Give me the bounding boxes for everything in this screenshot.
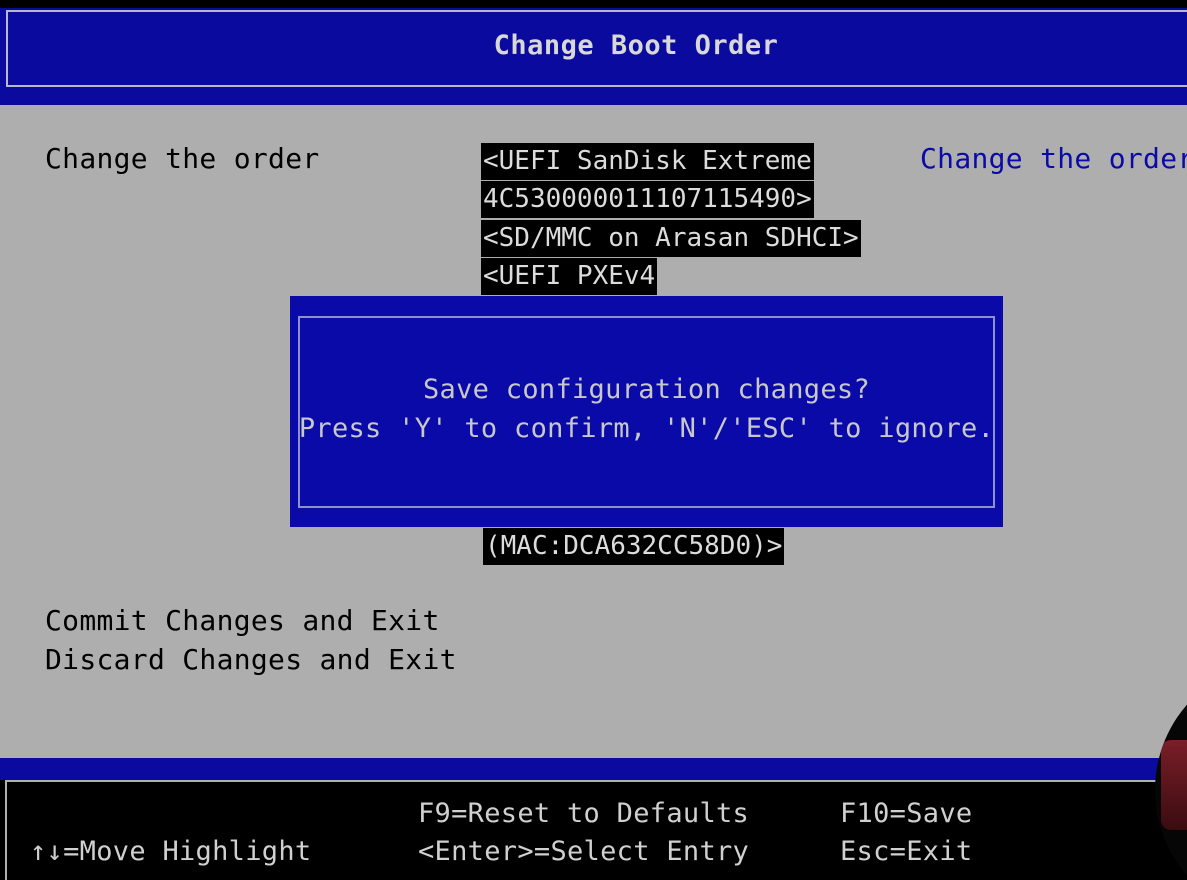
move-highlight-hint: ↑↓=Move Highlight [30, 836, 312, 867]
discard-changes-exit[interactable]: Discard Changes and Exit [45, 643, 457, 676]
help-text: Change the order [920, 142, 1187, 175]
overlay-strip [0, 0, 1187, 8]
exit-hint: Esc=Exit [840, 836, 973, 867]
webcam-image [1161, 740, 1187, 830]
key-help-bar: F9=Reset to Defaults F10=Save ↑↓=Move Hi… [0, 780, 1187, 880]
boot-order-item[interactable]: <UEFI PXEv4 [481, 258, 658, 295]
select-entry-hint: <Enter>=Select Entry [418, 836, 750, 867]
dialog-message: Save configuration changes? [423, 374, 870, 405]
title-bar: Change Boot Order [0, 8, 1187, 105]
bios-screen: Change Boot Order Change the order <UEFI… [0, 0, 1187, 880]
reset-defaults-hint: F9=Reset to Defaults [418, 798, 750, 829]
boot-order-item[interactable]: 4C530000011107115490> [481, 181, 814, 218]
boot-order-item[interactable]: (MAC:DCA632CC58D0)> [483, 528, 785, 565]
boot-order-item[interactable]: <UEFI SanDisk Extreme [481, 143, 814, 180]
change-order-label: Change the order [45, 142, 320, 175]
boot-order-item[interactable]: <SD/MMC on Arasan SDHCI> [481, 220, 861, 257]
commit-changes-exit[interactable]: Commit Changes and Exit [45, 604, 440, 637]
page-title: Change Boot Order [493, 30, 779, 61]
save-hint: F10=Save [840, 798, 973, 829]
dialog-instructions: Press 'Y' to confirm, 'N'/'ESC' to ignor… [298, 413, 995, 444]
save-confirm-dialog: Save configuration changes? Press 'Y' to… [290, 296, 1003, 527]
dialog-frame [298, 316, 995, 508]
